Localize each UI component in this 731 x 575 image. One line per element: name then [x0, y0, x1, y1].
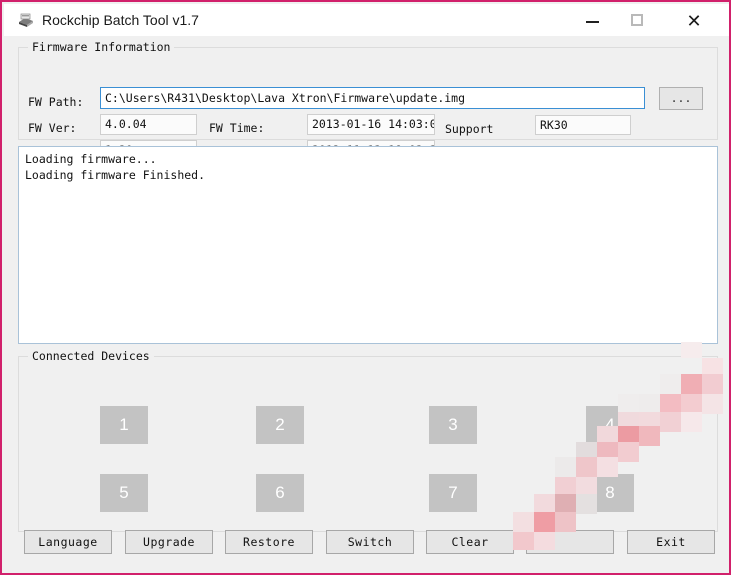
minimize-icon — [586, 21, 599, 23]
support-value: RK30 — [535, 115, 631, 135]
clear-button[interactable]: Clear — [426, 530, 514, 554]
maximize-icon — [631, 14, 643, 26]
window-title: Rockchip Batch Tool v1.7 — [42, 12, 199, 28]
app-device-icon — [16, 10, 36, 30]
device-slot-5[interactable]: 5 — [100, 474, 148, 512]
fw-version-label: FW Ver: — [28, 121, 77, 135]
fw-path-input[interactable]: C:\Users\R431\Desktop\Lava Xtron\Firmwar… — [100, 87, 645, 109]
client-area: Firmware Information FW Path: C:\Users\R… — [4, 36, 729, 573]
device-slot-6[interactable]: 6 — [256, 474, 304, 512]
minimize-button[interactable] — [569, 6, 615, 36]
close-icon: ✕ — [686, 11, 702, 31]
firmware-group-title: Firmware Information — [28, 40, 175, 54]
language-button[interactable]: Language — [24, 530, 112, 554]
device-slot-3[interactable]: 3 — [429, 406, 477, 444]
title-bar: Rockchip Batch Tool v1.7 ✕ — [4, 4, 729, 36]
devices-group-title: Connected Devices — [28, 349, 154, 363]
log-line: Loading firmware Finished. — [25, 168, 206, 182]
obscured-button[interactable] — [526, 530, 614, 554]
device-slot-8[interactable]: 8 — [586, 474, 634, 512]
fw-time-value: 2013-01-16 14:03:06 — [307, 114, 435, 135]
support-label: Support — [445, 122, 494, 136]
log-output[interactable]: Loading firmware... Loading firmware Fini… — [18, 146, 718, 344]
exit-button[interactable]: Exit — [627, 530, 715, 554]
fw-path-label: FW Path: — [28, 95, 84, 109]
device-slot-4[interactable]: 4 — [586, 406, 634, 444]
browse-button[interactable]: ... — [659, 87, 703, 110]
device-slot-1[interactable]: 1 — [100, 406, 148, 444]
app-window: Rockchip Batch Tool v1.7 ✕ Firmware Info… — [0, 0, 731, 575]
log-line: Loading firmware... — [25, 152, 157, 166]
close-button[interactable]: ✕ — [671, 6, 717, 36]
switch-button[interactable]: Switch — [326, 530, 414, 554]
device-slot-7[interactable]: 7 — [429, 474, 477, 512]
maximize-button[interactable] — [615, 6, 661, 36]
restore-button[interactable]: Restore — [225, 530, 313, 554]
fw-time-label: FW Time: — [209, 121, 265, 135]
upgrade-button[interactable]: Upgrade — [125, 530, 213, 554]
device-slot-2[interactable]: 2 — [256, 406, 304, 444]
fw-version-value: 4.0.04 — [100, 114, 197, 135]
